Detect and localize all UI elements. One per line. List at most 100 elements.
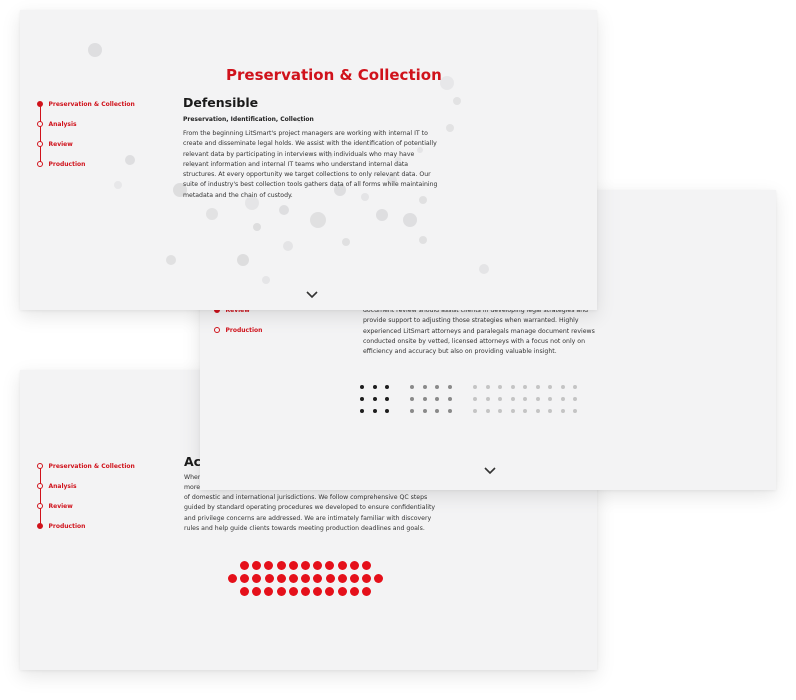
timeline-item-production[interactable]: Production xyxy=(36,159,86,169)
red-dot xyxy=(252,574,262,583)
background-bubble xyxy=(88,43,102,57)
timeline-item-production[interactable]: Production xyxy=(213,325,262,335)
grid-dot xyxy=(385,385,389,389)
grid-dot xyxy=(410,409,414,413)
timeline-dot xyxy=(36,463,43,469)
timeline-label: Preservation & Collection xyxy=(48,100,135,108)
background-bubble xyxy=(206,208,218,220)
grid-dot xyxy=(435,409,439,413)
grid-dot xyxy=(573,385,577,389)
background-bubble xyxy=(453,97,461,105)
body-text-fragment: more xyxy=(184,484,201,491)
timeline-item-preservation[interactable]: Preservation & Collection xyxy=(36,99,135,109)
grid-dot xyxy=(473,397,477,401)
red-dot xyxy=(288,587,298,596)
grid-dot xyxy=(560,385,565,389)
section-heading: Preservation & Collection xyxy=(226,66,442,84)
grid-dot xyxy=(485,385,490,389)
grid-dot xyxy=(422,409,427,413)
background-bubble xyxy=(479,264,489,274)
grid-dot xyxy=(573,409,577,413)
timeline-dot xyxy=(36,141,43,147)
grid-dot xyxy=(360,409,364,413)
red-dot xyxy=(313,574,323,583)
grid-dot xyxy=(485,409,490,413)
red-dot xyxy=(362,574,372,583)
red-dot xyxy=(240,587,249,596)
red-dot xyxy=(252,587,262,596)
grid-dot xyxy=(360,385,364,389)
grid-dot xyxy=(548,409,552,413)
red-dot xyxy=(289,574,298,583)
red-dot xyxy=(337,587,347,596)
timeline-item-review[interactable]: Review xyxy=(36,139,73,149)
background-bubble xyxy=(253,223,261,231)
grid-dot xyxy=(523,385,527,389)
grid-dot xyxy=(473,409,477,413)
red-dot xyxy=(313,587,323,596)
grid-dot xyxy=(473,385,477,389)
grid-dot xyxy=(560,397,565,401)
grid-dot xyxy=(435,385,439,389)
red-dot xyxy=(301,574,311,583)
red-dot xyxy=(349,561,359,570)
timeline-line xyxy=(39,104,41,165)
background-bubble xyxy=(446,124,454,132)
grid-dot xyxy=(447,385,452,389)
red-dot xyxy=(264,561,274,570)
grid-dot xyxy=(523,397,527,401)
timeline-dot xyxy=(36,483,43,489)
grid-dot xyxy=(560,409,565,413)
section-subhead: Preservation, Identification, Collection xyxy=(183,116,314,123)
timeline-item-production[interactable]: Production xyxy=(36,521,86,531)
timeline-item-analysis[interactable]: Analysis xyxy=(36,119,77,129)
timeline-dot xyxy=(36,121,43,127)
grid-dot xyxy=(372,397,377,401)
background-bubble xyxy=(237,254,249,266)
background-bubble xyxy=(166,255,176,265)
grid-dot xyxy=(385,397,389,401)
grid-dot xyxy=(435,397,439,401)
red-dot xyxy=(325,574,335,583)
grid-dot xyxy=(535,409,540,413)
grid-dot xyxy=(447,397,452,401)
timeline-item-preservation[interactable]: Preservation & Collection xyxy=(36,461,135,471)
red-dot xyxy=(349,587,359,596)
red-dot xyxy=(276,561,286,570)
red-dot xyxy=(362,561,371,570)
timeline-item-analysis[interactable]: Analysis xyxy=(36,481,77,491)
timeline-label: Analysis xyxy=(48,120,77,128)
timeline-dot xyxy=(36,503,43,509)
red-dot xyxy=(240,574,250,583)
background-bubble xyxy=(279,205,289,215)
timeline-label: Preservation & Collection xyxy=(48,462,135,470)
timeline: Preservation & Collection Analysis Revie… xyxy=(36,461,157,530)
grid-dot xyxy=(447,409,452,413)
grid-dot xyxy=(535,397,540,401)
timeline-label: Production xyxy=(48,160,86,168)
grid-dot xyxy=(485,397,490,401)
timeline-line xyxy=(39,466,41,527)
grid-dot xyxy=(372,409,377,413)
background-bubble xyxy=(262,276,270,284)
background-bubble xyxy=(310,212,326,228)
red-dot xyxy=(276,587,286,596)
chevron-down-icon[interactable] xyxy=(305,290,319,300)
grid-dot xyxy=(410,397,414,401)
red-dot xyxy=(240,561,249,570)
red-dot xyxy=(313,561,323,570)
grid-dot xyxy=(573,397,577,401)
background-bubble xyxy=(440,76,454,90)
timeline: Review Production xyxy=(213,285,334,351)
timeline-label: Production xyxy=(48,522,86,530)
background-bubble xyxy=(342,238,350,246)
chevron-down-icon[interactable] xyxy=(483,466,497,476)
grid-dot xyxy=(523,409,527,413)
timeline-dot-active xyxy=(36,101,43,107)
red-dot xyxy=(264,587,274,596)
timeline-dot xyxy=(213,327,220,333)
timeline-item-review[interactable]: Review xyxy=(36,501,73,511)
timeline-label: Review xyxy=(48,502,73,510)
red-dot xyxy=(301,587,310,596)
red-dot xyxy=(350,574,359,583)
